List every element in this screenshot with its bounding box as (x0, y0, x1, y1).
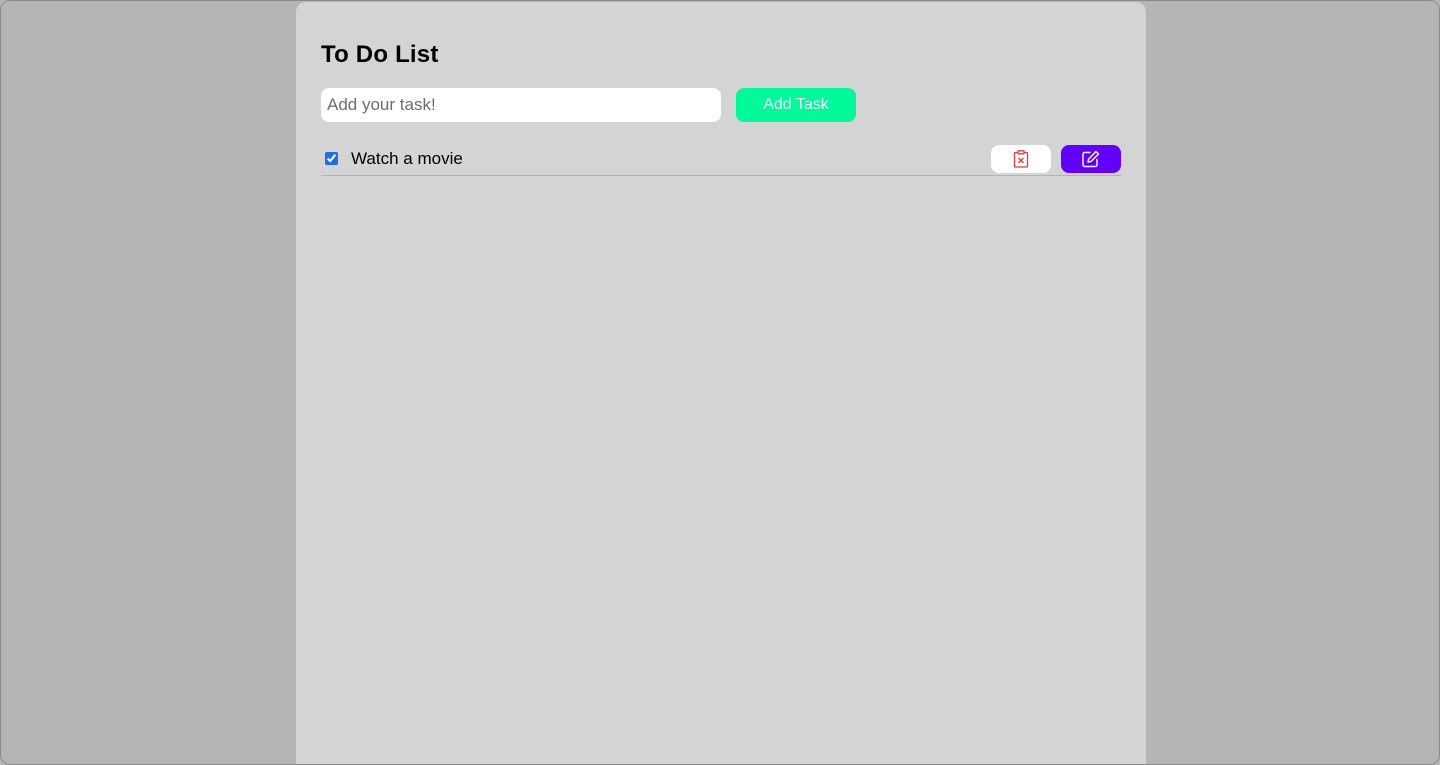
page-frame: To Do List Add Task Watch a movie (0, 0, 1440, 765)
edit-task-button[interactable] (1061, 144, 1121, 173)
task-checkbox[interactable] (325, 152, 338, 165)
task-text: Watch a movie (351, 148, 463, 168)
delete-task-button[interactable] (991, 144, 1051, 173)
task-item: Watch a movie (321, 142, 1121, 176)
todo-card: To Do List Add Task Watch a movie (296, 2, 1146, 764)
clipboard-x-icon (1013, 149, 1029, 168)
page-title: To Do List (321, 41, 439, 68)
pencil-square-icon (1081, 150, 1101, 168)
add-task-button[interactable]: Add Task (736, 88, 856, 122)
task-input[interactable] (321, 88, 721, 122)
add-task-row: Add Task (321, 88, 1121, 122)
task-list: Watch a movie (321, 142, 1121, 176)
